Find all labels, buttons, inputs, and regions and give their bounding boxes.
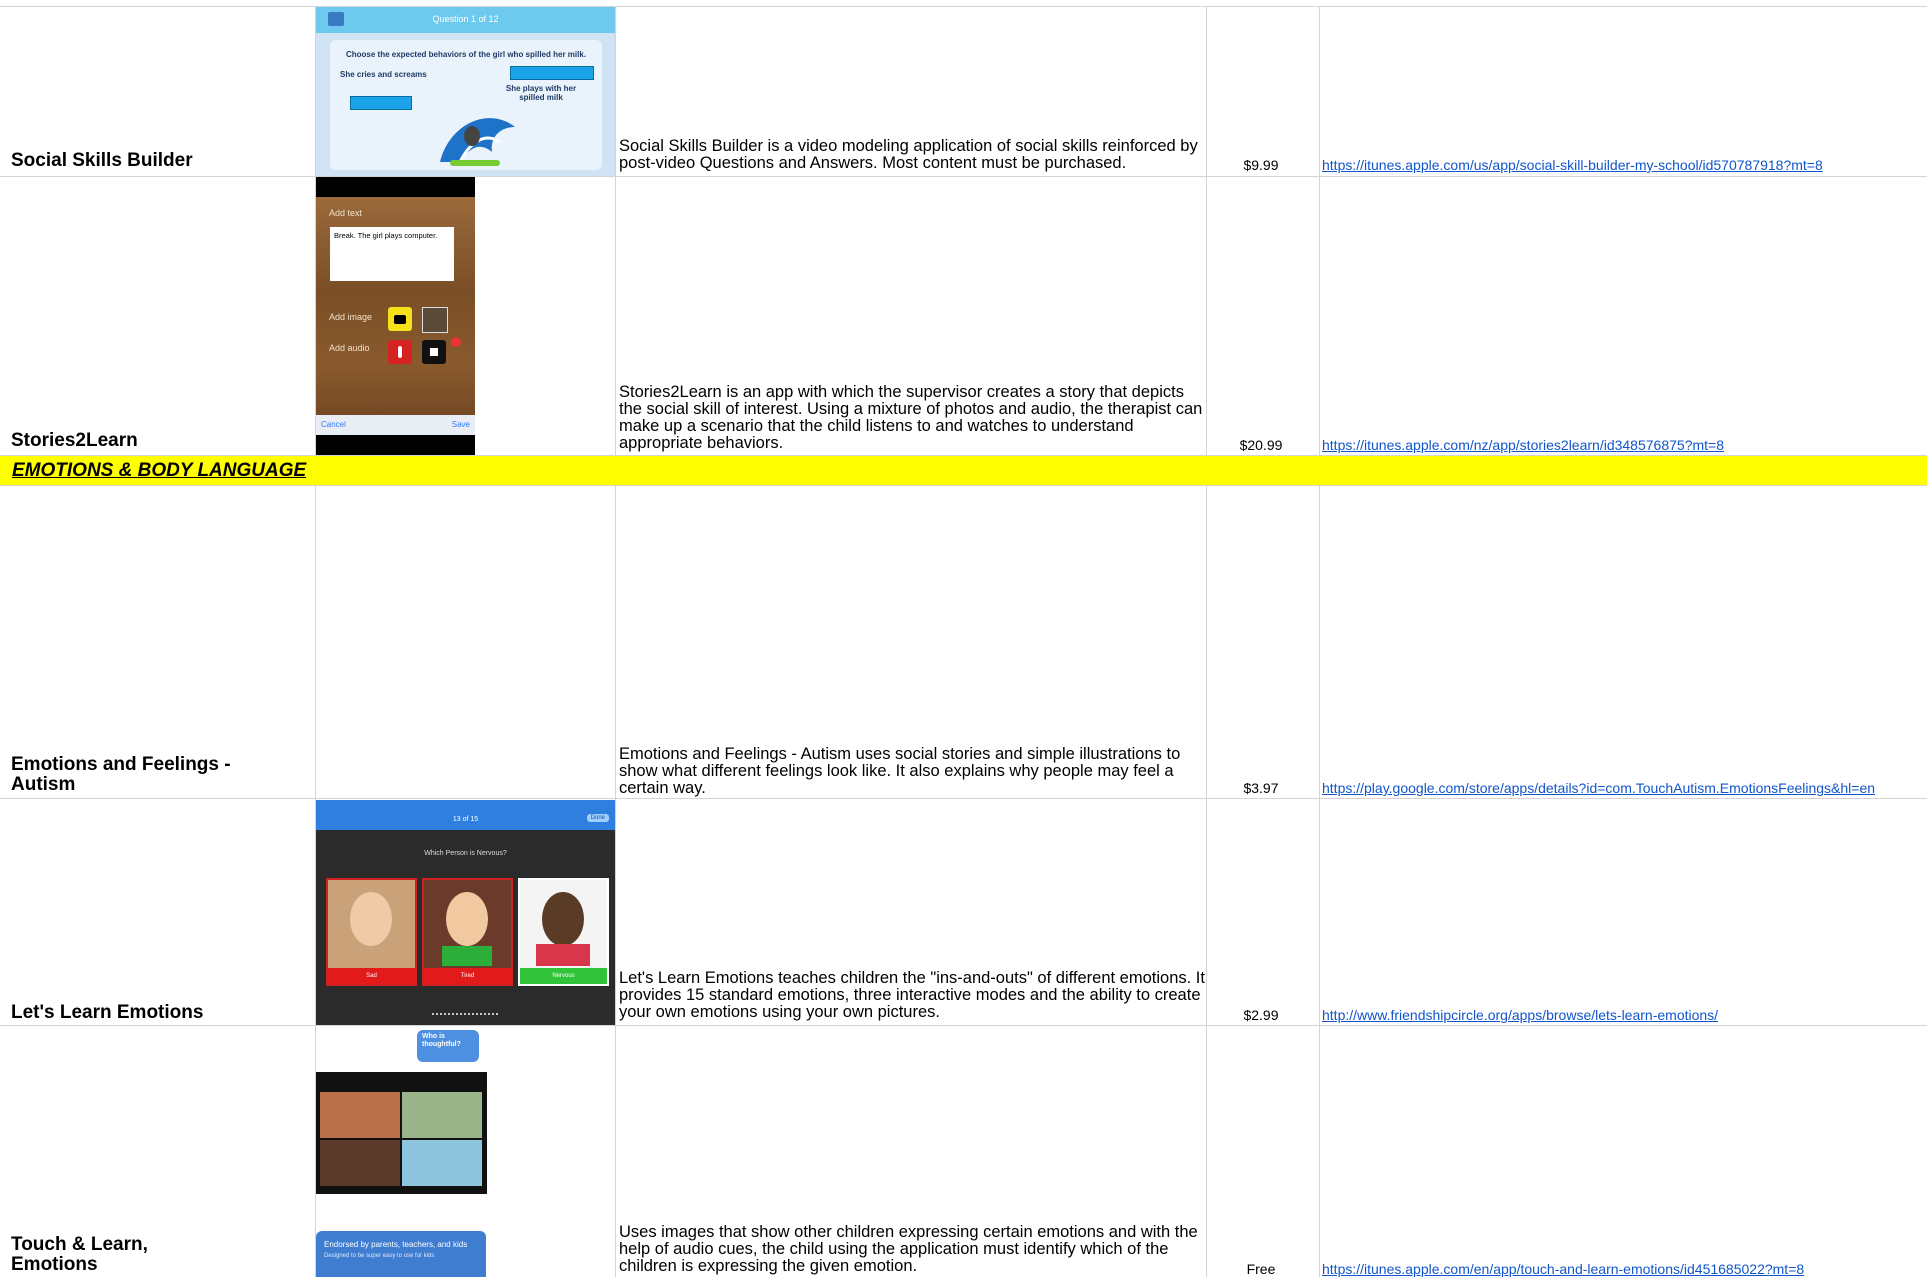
microphone-icon	[388, 340, 412, 364]
add-audio-label: Add audio	[329, 343, 370, 353]
app-name[interactable]: Emotions and Feelings - Autism	[11, 755, 241, 795]
cancel-button: Cancel	[321, 420, 346, 429]
app-price: $3.97	[1243, 780, 1279, 796]
app-screenshot[interactable]: 13 of 15 Done Which Person is Nervous? S…	[316, 800, 615, 1025]
screenshot-header: Question 1 of 12	[316, 7, 615, 33]
app-price: Free	[1246, 1261, 1276, 1277]
emotion-label: Tired	[424, 968, 511, 984]
option-a: She cries and screams	[340, 70, 427, 79]
grid-line	[615, 6, 616, 456]
question-counter: Question 1 of 12	[432, 14, 499, 24]
page-dots	[432, 1013, 498, 1017]
app-price: $20.99	[1239, 437, 1283, 453]
emotion-label: Nervous	[520, 968, 607, 984]
screenshot-toolbar: Cancel Save	[316, 415, 475, 435]
app-name[interactable]: Touch & Learn, Emotions	[11, 1235, 191, 1275]
question-text: Choose the expected behaviors of the gir…	[345, 50, 587, 59]
app-description: Let's Learn Emotions teaches children th…	[619, 969, 1205, 1021]
answer-box	[350, 96, 412, 110]
grid-line	[1206, 485, 1207, 1277]
delete-icon	[451, 337, 461, 347]
grid-line	[0, 176, 1927, 177]
option-b: She plays with her spilled milk	[505, 84, 577, 102]
wood-background: Add text Break. The girl plays computer.…	[316, 197, 475, 435]
photo-grid	[316, 1072, 487, 1194]
app-link[interactable]: https://itunes.apple.com/nz/app/stories2…	[1322, 437, 1724, 453]
question-panel: Choose the expected behaviors of the gir…	[330, 40, 602, 170]
app-link[interactable]: https://play.google.com/store/apps/detai…	[1322, 780, 1875, 796]
speaker-icon	[422, 340, 446, 364]
section-header: EMOTIONS & BODY LANGUAGE	[0, 456, 1927, 485]
done-button: Done	[586, 814, 609, 822]
app-name[interactable]: Stories2Learn	[11, 431, 138, 451]
banner-text: Endorsed by parents, teachers, and kids	[324, 1240, 468, 1249]
app-link[interactable]: http://www.friendshipcircle.org/apps/bro…	[1322, 1007, 1718, 1023]
add-image-label: Add image	[329, 312, 373, 322]
section-title[interactable]: EMOTIONS & BODY LANGUAGE	[12, 460, 306, 482]
banner-subtext: Designed to be super easy to use for kid…	[324, 1253, 435, 1259]
app-description: Social Skills Builder is a video modelin…	[619, 137, 1198, 172]
screenshot-header: 13 of 15 Done	[316, 800, 615, 830]
spreadsheet: Social Skills Builder Question 1 of 12 C…	[0, 0, 1927, 1277]
grid-line	[1319, 6, 1320, 456]
question-counter: 13 of 15	[452, 816, 479, 823]
app-price: $9.99	[1243, 157, 1279, 173]
wave-illustration	[440, 118, 515, 166]
app-name[interactable]: Let's Learn Emotions	[11, 1003, 203, 1023]
story-text-field: Break. The girl plays computer.	[330, 227, 454, 281]
grid-line	[615, 485, 616, 1277]
face-photo-tired: Tired	[422, 878, 513, 986]
face-photo-nervous: Nervous	[518, 878, 609, 986]
app-screenshot[interactable]: Question 1 of 12 Choose the expected beh…	[316, 7, 615, 176]
add-text-label: Add text	[329, 208, 363, 218]
app-description: Stories2Learn is an app with which the s…	[619, 383, 1203, 452]
app-name[interactable]: Social Skills Builder	[11, 151, 193, 171]
photo-thumbnail	[422, 307, 448, 333]
emotion-label: Sad	[328, 968, 415, 984]
speech-bubble: Who is thoughtful?	[417, 1030, 479, 1062]
app-description: Emotions and Feelings - Autism uses soci…	[619, 745, 1181, 797]
grid-line	[0, 6, 1927, 7]
grid-line	[1319, 485, 1320, 1277]
save-button: Save	[451, 420, 470, 429]
question-text: Which Person is Nervous?	[424, 850, 507, 857]
grid-line	[0, 798, 1927, 799]
face-photo-sad: Sad	[326, 878, 417, 986]
answer-box	[510, 66, 594, 80]
camera-icon	[388, 307, 412, 331]
app-link[interactable]: https://itunes.apple.com/us/app/social-s…	[1322, 157, 1823, 173]
app-link[interactable]: https://itunes.apple.com/en/app/touch-an…	[1322, 1261, 1804, 1277]
grid-line	[0, 1025, 1927, 1026]
app-description: Uses images that show other children exp…	[619, 1223, 1198, 1275]
app-screenshot[interactable]: Who is thoughtful? Endorsed by parents, …	[316, 1027, 615, 1277]
app-price: $2.99	[1243, 1007, 1279, 1023]
app-screenshot[interactable]: Add text Break. The girl plays computer.…	[316, 177, 475, 455]
grid-line	[0, 485, 1927, 486]
endorsement-banner: Endorsed by parents, teachers, and kids …	[316, 1231, 486, 1277]
